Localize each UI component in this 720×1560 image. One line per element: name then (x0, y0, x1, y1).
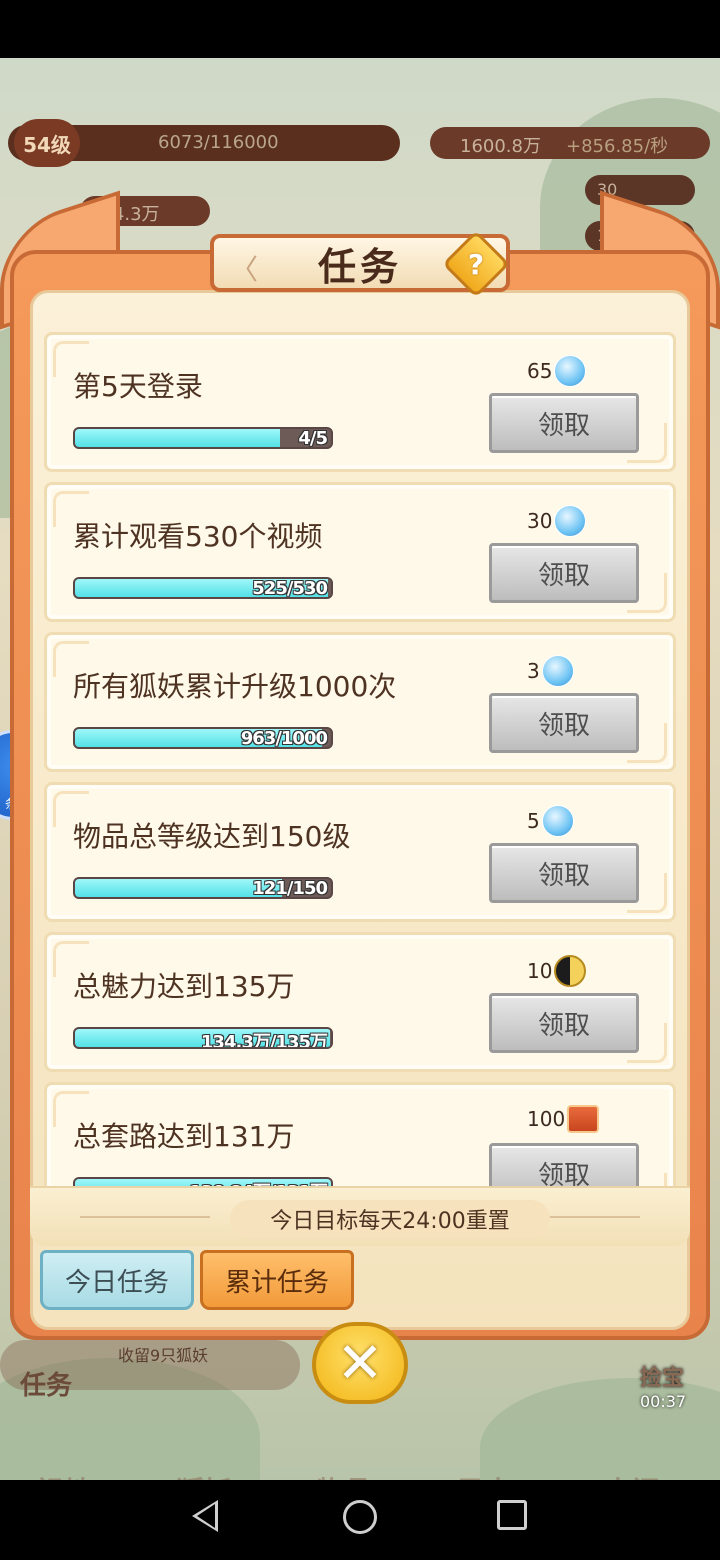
task-card: 总套路达到131万130.84万/131万100领取 (44, 1082, 676, 1188)
lingqi-rate: +856.85/秒 (566, 136, 669, 157)
xianpin-gem-icon (541, 655, 574, 687)
treasure-timer: 捡宝 00:37 (640, 1360, 686, 1411)
hongbao-icon (567, 1105, 600, 1133)
xianpin-gem-icon (554, 355, 587, 387)
task-reward: 10 (527, 955, 587, 987)
xianpin-gem-icon (554, 505, 587, 537)
divider (80, 1216, 210, 1218)
task-progress-bar: 525/530 (73, 577, 333, 599)
task-progress-text: 4/5 (298, 428, 328, 449)
reset-note-bar: 今日目标每天24:00重置 (30, 1186, 690, 1246)
task-card: 物品总等级达到150级 121/150 5 领取 (44, 782, 676, 922)
recent-apps-icon[interactable] (497, 1500, 527, 1530)
reward-amount: 5 (527, 809, 540, 833)
task-reward: 3 (527, 655, 574, 687)
close-icon: ✕ (336, 1330, 384, 1396)
reward-amount: 3 (527, 659, 540, 683)
xianpin-gem-icon (541, 805, 574, 837)
task-strip-title: 任务 (20, 1371, 73, 1401)
level-badge: 54级 (14, 119, 80, 167)
task-name: 累计观看530个视频 (73, 520, 323, 553)
level-bar: 54级 6073/116000 (8, 119, 400, 167)
task-name: 总魅力达到135万 (73, 970, 295, 1003)
timer-label: 捡宝 (640, 1366, 685, 1391)
tab-cumulative-tasks[interactable]: 累计任务 (200, 1250, 354, 1310)
task-progress-text: 134.3万/135万 (200, 1032, 328, 1049)
taiji-coin-icon (554, 955, 587, 987)
claim-button[interactable]: 领取 (489, 693, 639, 753)
task-card: 总魅力达到135万 134.3万/135万 10 领取 (44, 932, 676, 1072)
reward-amount: 100 (527, 1107, 566, 1131)
claim-button[interactable]: 领取 (489, 843, 639, 903)
task-reward: 30 (527, 505, 587, 537)
close-button[interactable]: ✕ (312, 1322, 408, 1404)
task-name: 第5天登录 (73, 370, 203, 403)
reward-amount: 10 (527, 959, 553, 983)
timer-value: 00:37 (640, 1392, 687, 1411)
task-card: 所有狐妖累计升级1000次 963/1000 3 领取 (44, 632, 676, 772)
claim-button[interactable]: 领取 (489, 1143, 639, 1188)
lingqi-bar: 1600.8万 +856.85/秒 (430, 127, 710, 159)
task-reward: 65 (527, 355, 587, 387)
task-name: 总套路达到131万 (73, 1120, 295, 1153)
task-name: 物品总等级达到150级 (73, 820, 351, 853)
task-progress-bar: 121/150 (73, 877, 333, 899)
reset-note: 今日目标每天24:00重置 (230, 1200, 550, 1238)
reward-amount: 30 (527, 509, 553, 533)
lingqi-value: 1600.8万 (460, 136, 541, 157)
xp-text: 6073/116000 (158, 132, 279, 153)
task-progress-fill (75, 429, 280, 447)
task-reward: 5 (527, 805, 574, 837)
task-card: 累计观看530个视频 525/530 30 领取 (44, 482, 676, 622)
task-progress-fill (75, 879, 282, 897)
claim-button[interactable]: 领取 (489, 993, 639, 1053)
home-icon[interactable] (343, 1500, 377, 1534)
task-progress-text: 121/150 (252, 878, 328, 899)
task-progress-text: 963/1000 (240, 728, 328, 749)
task-progress-text: 525/530 (252, 578, 328, 599)
task-list[interactable]: 第5天登录 4/5 65 领取 累计观看530个视频 525/530 30 领取 所有狐妖累计升… (42, 330, 678, 1188)
claim-button[interactable]: 领取 (489, 393, 639, 453)
tab-today-tasks[interactable]: 今日任务 (40, 1250, 194, 1310)
task-card: 第5天登录 4/5 65 领取 (44, 332, 676, 472)
chevron-left-icon: 〈 (230, 253, 259, 286)
task-progress-bar: 134.3万/135万 (73, 1027, 333, 1049)
task-progress-bar: 963/1000 (73, 727, 333, 749)
reward-amount: 65 (527, 359, 553, 383)
task-strip-text: 收留9只狐妖 (118, 1346, 209, 1365)
task-reward: 100 (527, 1105, 600, 1133)
claim-button[interactable]: 领取 (489, 543, 639, 603)
background-task-strip: 任务 收留9只狐妖 (0, 1340, 300, 1401)
dialog-title: 任务 (317, 243, 402, 289)
system-nav-bar (0, 1480, 720, 1560)
task-progress-bar: 4/5 (73, 427, 333, 449)
task-name: 所有狐妖累计升级1000次 (73, 670, 397, 703)
back-icon[interactable] (192, 1500, 218, 1532)
question-icon: ? (467, 247, 485, 281)
